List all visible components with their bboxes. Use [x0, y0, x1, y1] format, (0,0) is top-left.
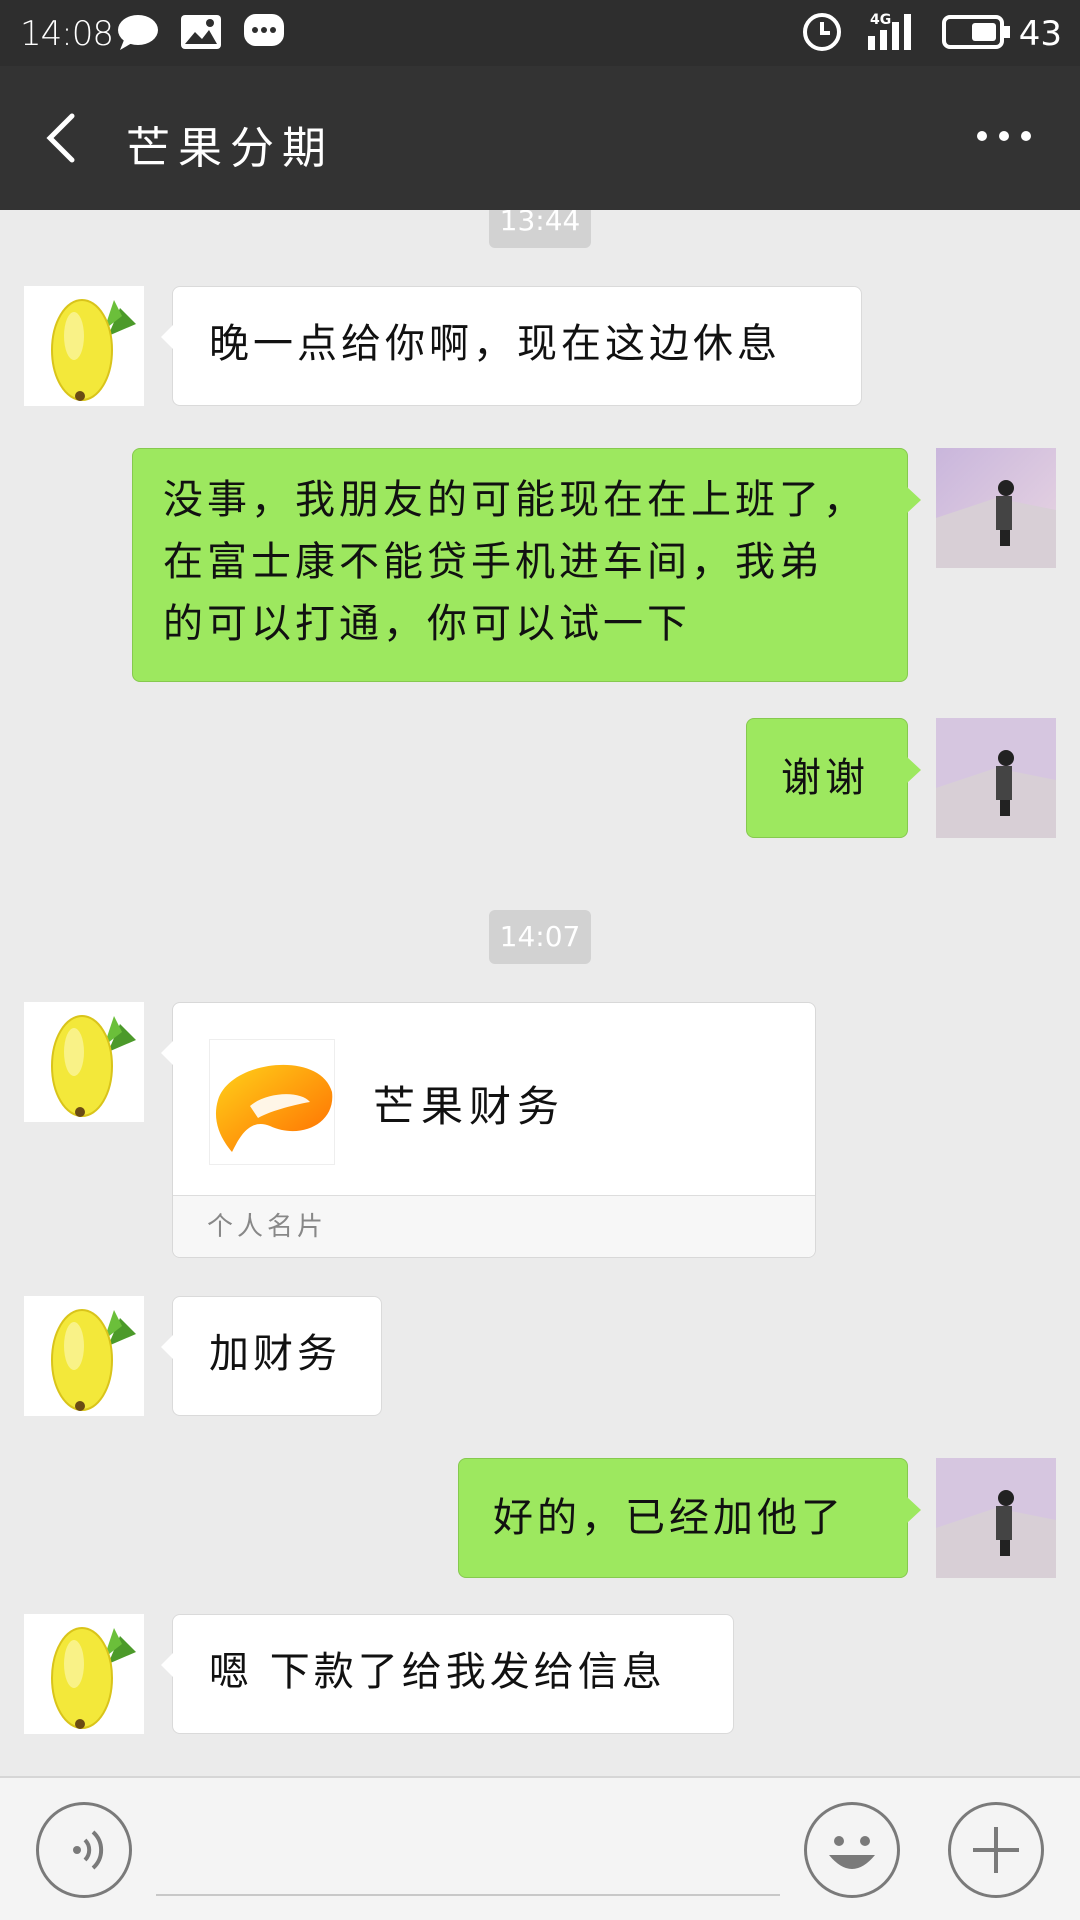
emoji-button[interactable]	[804, 1802, 900, 1898]
contact-avatar[interactable]	[24, 286, 144, 406]
contact-avatar[interactable]	[24, 1002, 144, 1122]
input-bar	[0, 1776, 1080, 1920]
mango-icon	[51, 1627, 136, 1729]
message-text: 晚一点给你啊，现在这边休息	[209, 321, 781, 367]
plus-icon	[973, 1827, 1019, 1873]
mango-icon	[51, 1309, 136, 1411]
alarm-icon	[803, 13, 841, 51]
message-line: 的可以打通，你可以试一下	[163, 601, 691, 647]
battery-icon	[942, 15, 1010, 49]
chat-title: 芒果分期	[126, 123, 334, 174]
chat-header: 芒果分期	[0, 66, 1080, 210]
status-time: 14:08	[20, 14, 114, 54]
card-footer: 个人名片	[173, 1195, 815, 1257]
message-list[interactable]: 13:44 晚一点给你啊，现在这边休息 没事，我朋友的可能现在在上班了， 在富士…	[0, 210, 1080, 1776]
message-bubble[interactable]: 嗯 下款了给我发给信息	[161, 1614, 734, 1734]
ellipsis-icon	[977, 131, 1031, 141]
card-logo	[209, 1039, 335, 1165]
message-bubble[interactable]: 加财务	[161, 1296, 382, 1416]
battery-level: 43	[1018, 14, 1062, 54]
back-button[interactable]	[36, 110, 92, 166]
user-avatar-icon	[936, 1458, 1056, 1578]
timestamp: 14:07	[489, 910, 591, 964]
contact-card-message[interactable]: 芒果财务 个人名片	[161, 1002, 816, 1258]
message-text: 好的，已经加他了	[493, 1495, 845, 1541]
message-bubble[interactable]: 谢谢	[746, 718, 921, 838]
contact-avatar[interactable]	[24, 1614, 144, 1734]
emoji-icon	[829, 1836, 875, 1869]
my-avatar[interactable]	[936, 1458, 1056, 1578]
chat-bubble-icon	[118, 15, 158, 50]
voice-button[interactable]	[36, 1802, 132, 1898]
message-text: 嗯 下款了给我发给信息	[209, 1649, 666, 1695]
user-avatar-icon	[936, 448, 1056, 568]
more-button[interactable]	[974, 116, 1034, 156]
mango-tv-logo-icon	[215, 1064, 333, 1152]
voice-icon	[73, 1830, 104, 1870]
mango-icon	[51, 299, 136, 401]
message-icon	[244, 14, 284, 46]
mango-icon	[51, 1015, 136, 1117]
message-text: 加财务	[209, 1331, 341, 1377]
signal-icon	[868, 14, 911, 50]
message-text: 谢谢	[781, 755, 869, 801]
user-avatar-icon	[936, 718, 1056, 838]
plus-button[interactable]	[948, 1802, 1044, 1898]
chevron-left-icon	[46, 113, 75, 163]
image-icon	[181, 15, 221, 49]
message-bubble[interactable]: 好的，已经加他了	[458, 1458, 921, 1578]
message-line: 在富士康不能贷手机进车间，我弟	[163, 539, 823, 585]
card-name: 芒果财务	[373, 1082, 566, 1131]
message-input[interactable]	[156, 1894, 780, 1896]
status-bar: 14:08 4G 43	[0, 0, 1080, 66]
message-line: 没事，我朋友的可能现在在上班了，	[163, 477, 867, 523]
message-bubble[interactable]: 没事，我朋友的可能现在在上班了， 在富士康不能贷手机进车间，我弟 的可以打通，你…	[132, 448, 921, 682]
my-avatar[interactable]	[936, 448, 1056, 568]
timestamp: 13:44	[489, 210, 591, 248]
contact-avatar[interactable]	[24, 1296, 144, 1416]
my-avatar[interactable]	[936, 718, 1056, 838]
message-bubble[interactable]: 晚一点给你啊，现在这边休息	[161, 286, 862, 406]
